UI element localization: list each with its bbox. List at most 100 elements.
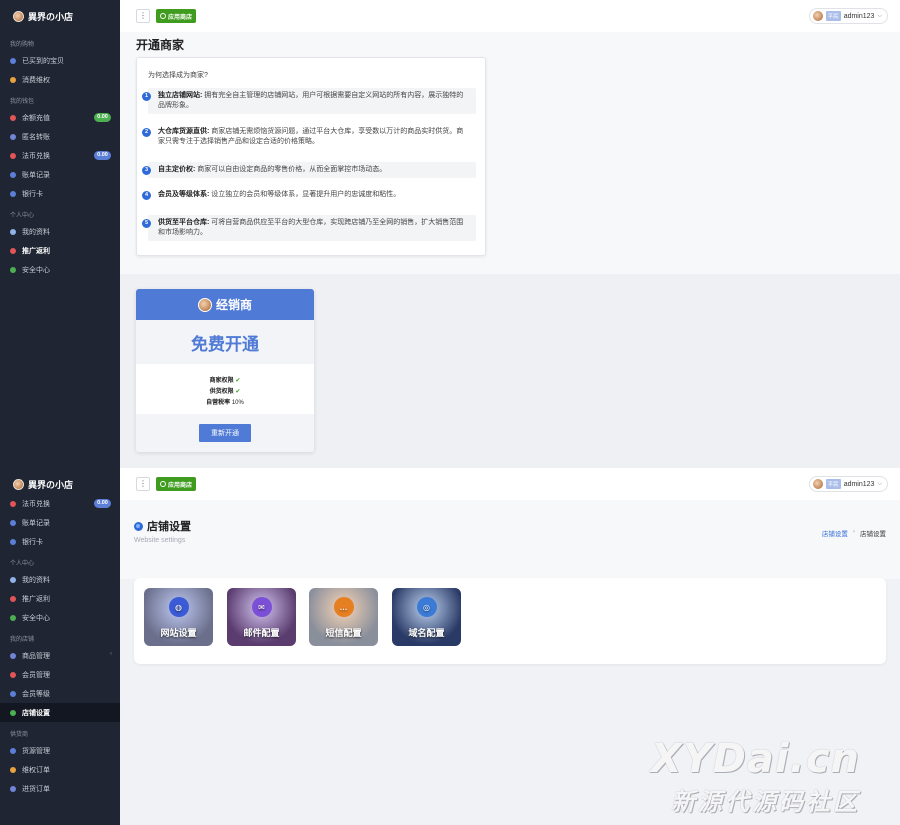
app-store-icon [160,481,166,487]
check-icon: ✔ [235,378,241,384]
sidebar-item-icon [10,519,16,526]
sidebar-item[interactable]: 消费维权 [0,70,120,89]
reopen-button[interactable]: 重新开通 [199,424,251,442]
user-avatar-icon [812,11,823,21]
reason-title: 供货至平台仓库: [158,219,210,226]
sidebar-item-icon [10,266,16,273]
sidebar-item-icon [10,500,16,507]
sidebar-item[interactable]: 推广返利 [0,589,120,608]
permission-row: 供货权限 ✔ [136,387,314,398]
user-menu[interactable]: 平民 admin123 ⌵ [808,476,888,492]
breadcrumb-current: 店铺设置 [860,531,886,538]
chevron-left-icon: ‹ [110,651,112,657]
brand[interactable]: 異界の小店 [0,0,120,32]
sidebar-item[interactable]: 已买到的宝贝 [0,51,120,70]
sidebar-item-label: 推广返利 [22,247,50,255]
nav-group-title: 供货商 [10,732,29,738]
sidebar-item-icon [10,114,16,121]
user-menu[interactable]: 平民 admin123 ⌵ [808,8,888,24]
permission-key: 商家权限 [209,378,234,384]
sidebar-item[interactable]: 银行卡 [0,532,120,551]
permission-key: 供货权限 [209,389,234,395]
sidebar-item-label: 银行卡 [22,538,43,546]
app-store-button[interactable]: 应用商店 [156,477,197,491]
settings-tile-3[interactable]: ◎ 域名配置 [392,588,461,646]
sidebar-item-label: 法币兑换 [22,500,50,508]
nav-group-title: 个人中心 [10,213,35,219]
sidebar-item[interactable]: 会员管理 [0,665,120,684]
chevron-down-icon: ⌵ [877,12,882,19]
sidebar-item[interactable]: 我的资料 [0,570,120,589]
app-store-label: 应用商店 [168,482,193,489]
breadcrumb-link[interactable]: 店铺设置 [822,528,848,538]
menu-toggle-button[interactable]: ⋮ [136,9,150,23]
app-store-label: 应用商店 [168,14,193,21]
user-level-badge: 平民 [825,479,841,489]
merchant-open-view: 異界の小店 我的购物 已买到的宝贝 消费维权 我的钱包 余额充值 0.00 匿名转账 法币兑换… [0,0,900,468]
sidebar-item-label: 维权订单 [22,766,50,774]
nav-group-title: 个人中心 [10,561,35,567]
sidebar-item-icon [10,576,16,583]
plan-footer: 重新开通 [136,414,314,452]
store-settings-view: 異界の小店 法币兑换 0.00 账单记录银行卡个人中心我的资料推广返利安全中心我的店… [0,468,900,825]
page-title-group: 店铺设置 [134,518,191,534]
sidebar-item-label: 匿名转账 [22,133,50,141]
tile-label: 短信配置 [325,628,362,638]
sidebar-item-label: 货源管理 [22,747,50,755]
brand-name: 異界の小店 [28,479,74,490]
sidebar-item[interactable]: 维权订单 [0,760,120,779]
page-subtitle: Website settings [134,537,186,544]
reason-number: 1 [142,92,151,101]
sidebar-item-label: 安全中心 [22,614,50,622]
sidebar-item-label: 银行卡 [22,190,43,198]
sidebar-item[interactable]: 会员等级 [0,684,120,703]
check-icon: ✔ [235,389,241,395]
settings-tile-2[interactable]: … 短信配置 [309,588,378,646]
sidebar-item[interactable]: 货源管理 [0,741,120,760]
brand-avatar-icon [13,478,24,490]
sidebar-item-icon [10,76,16,83]
sidebar-item[interactable]: 法币兑换 0.00 [0,494,120,513]
sidebar-nav: 我的购物 已买到的宝贝 消费维权 我的钱包 余额充值 0.00 匿名转账 法币兑换 0.00 账单… [0,32,120,279]
settings-tile-0[interactable]: ◍ 网站设置 [144,588,213,646]
sidebar-item[interactable]: 账单记录 [0,513,120,532]
sidebar-item-label: 消费维权 [22,76,50,84]
sidebar-item-label: 我的资料 [22,576,50,584]
sidebar-item[interactable]: 法币兑换 0.00 [0,146,120,165]
tile-label: 域名配置 [408,628,445,638]
sidebar-item[interactable]: 匿名转账 [0,127,120,146]
sidebar-item[interactable]: 进货订单 [0,779,120,798]
menu-toggle-button[interactable]: ⋮ [136,477,150,491]
nav-group-title: 我的购物 [10,42,35,48]
sidebar-item-icon [10,709,16,716]
globe-icon: ◍ [168,597,189,617]
sidebar-item[interactable]: 银行卡 [0,184,120,203]
sidebar-item[interactable]: 安全中心 [0,260,120,279]
page-header: 店铺设置 Website settings 店铺设置 › 店铺设置 [120,500,900,579]
watermark-line1: XYDai.cn [650,736,860,782]
app-store-button[interactable]: 应用商店 [156,9,197,23]
sidebar-item[interactable]: 安全中心 [0,608,120,627]
settings-tile-1[interactable]: ✉ 邮件配置 [227,588,296,646]
plan-price: 免费开通 [136,320,314,364]
app-store-icon [160,13,166,19]
intro-area: 开通商家 为何选择成为商家? 1 独立店铺网站: 拥有完全自主管理的店铺网站，用户… [120,32,900,274]
watermark-line2: 新源代源码社区 [671,789,860,816]
sidebar-item-label: 余额充值 [22,114,50,122]
sidebar-item[interactable]: 店铺设置 [0,703,120,722]
sidebar-nav: 法币兑换 0.00 账单记录银行卡个人中心我的资料推广返利安全中心我的店铺商品管理 ‹… [0,494,120,798]
sidebar: 異界の小店 法币兑换 0.00 账单记录银行卡个人中心我的资料推广返利安全中心我的店… [0,468,120,825]
plan-header: 经销商 [136,289,314,320]
sidebar-item-label: 商品管理 [22,652,50,660]
sidebar-item-icon [10,690,16,697]
sidebar-item-label: 账单记录 [22,519,50,527]
sidebar-item[interactable]: 推广返利 [0,241,120,260]
sidebar-item-label: 进货订单 [22,785,50,793]
reason-item: 5 供货至平台仓库: 可将自营商品供应至平台的大型仓库，实现跨店铺乃至全网的销售，… [142,215,476,241]
sidebar-item[interactable]: 账单记录 [0,165,120,184]
nav-group-title: 我的店铺 [10,637,35,643]
sidebar-item[interactable]: 商品管理 ‹ [0,646,120,665]
plan-avatar-icon [197,297,212,312]
sidebar-item[interactable]: 余额充值 0.00 [0,108,120,127]
sidebar-item[interactable]: 我的资料 [0,222,120,241]
